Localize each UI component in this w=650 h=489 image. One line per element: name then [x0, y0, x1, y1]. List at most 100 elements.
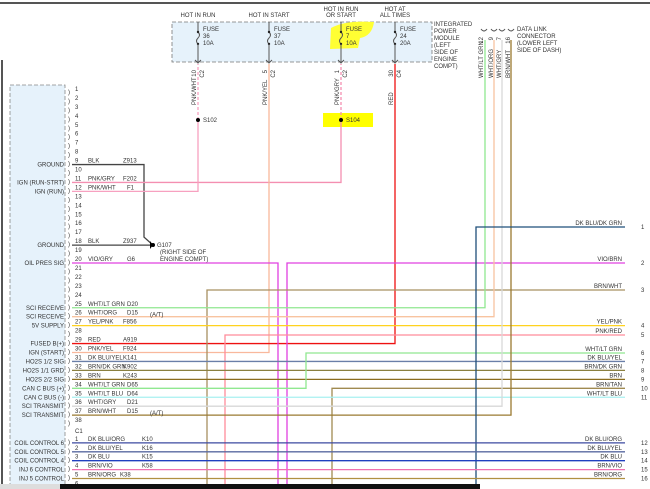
pin-number: 7 [75, 141, 79, 147]
pin-number: 14 [75, 203, 82, 209]
right-wire-label: DK BLU/YEL [587, 446, 622, 452]
ground-point [151, 243, 155, 247]
wire-color-label: DK BLU/YEL [88, 355, 123, 361]
cavity-number: 5 [263, 69, 269, 73]
fuse-number: 36 [203, 34, 210, 40]
pin-number: 17 [75, 230, 82, 236]
ipm-title: POWER [434, 29, 457, 35]
wire-color-label: DK BLU [88, 455, 110, 461]
wire-color-label: WHT/ORG [88, 311, 117, 317]
pin-number: 15 [75, 212, 82, 218]
pin-number: 26 [75, 311, 82, 317]
wire-pnk-red [224, 334, 625, 489]
pin-bracket: ) [68, 287, 70, 293]
right-wire-label: BRN [609, 373, 622, 379]
dlc-wire-label: WHT/LT GRN [479, 41, 485, 78]
pin-number: 1 [75, 437, 79, 443]
pin-bracket: ) [68, 108, 70, 114]
connector-id: C4 [397, 69, 403, 77]
pin-number: 18 [75, 239, 82, 245]
pin-number: 10 [75, 168, 82, 174]
connector-id: C2 [271, 69, 277, 77]
circuit-code-label: K141 [123, 355, 138, 361]
pin-bracket: ) [68, 314, 70, 320]
pin-bracket: ) [68, 117, 70, 123]
wire-brn-tan [331, 387, 625, 489]
ipm-title: INTEGRATED [434, 22, 473, 28]
fuse-number: 24 [400, 34, 407, 40]
cavity-number: 10 [192, 69, 198, 76]
dlc-pin-number: 7 [497, 36, 503, 40]
pin-number: 33 [75, 373, 82, 379]
connector-id: C2 [343, 69, 349, 77]
pin-bracket: ) [68, 171, 70, 177]
cavity-number: 30 [389, 69, 395, 76]
wire-color-label: WHT/GRY [88, 400, 116, 406]
pin-number: 8 [75, 150, 79, 156]
circuit-code-label: K38 [120, 473, 131, 479]
wires [72, 40, 625, 489]
circuit-code-label: G6 [127, 257, 136, 263]
right-wire-label: BRN/DK GRN [584, 364, 622, 370]
circuit-code-label: F924 [123, 347, 137, 353]
bottom-scrollbar[interactable] [0, 484, 60, 489]
right-wire-label: BRN/ORG [594, 473, 622, 479]
pin-number: 31 [75, 355, 82, 361]
pin-function-label: INJ 6 CONTROL [19, 468, 65, 474]
pin-bracket: ) [68, 385, 70, 391]
right-pin-number: 2 [641, 261, 645, 267]
wire-color-label: DK BLU/YEL [88, 446, 123, 452]
pin-number: 35 [75, 391, 82, 397]
fuse-amps: 10A [346, 41, 357, 47]
pin-bracket: ) [68, 224, 70, 230]
pin-function-label: SCI TRANSMIT [22, 413, 65, 419]
wire-color-label: BRN/DK GRN [88, 364, 126, 370]
circuit-code-label: F202 [123, 176, 137, 182]
pin-bracket: ) [68, 449, 70, 455]
pin-number: 3 [75, 105, 79, 111]
pin-number: 27 [75, 320, 82, 326]
wire-f202 [72, 120, 342, 184]
fuse-terminal [196, 30, 200, 34]
note-label: (A/T) [150, 313, 163, 319]
circuit-code-label: D21 [127, 400, 139, 406]
pin-bracket: ) [68, 90, 70, 96]
wire-color-label: WHT/LT GRN [88, 382, 125, 388]
ipm-title: COMPT) [434, 64, 458, 70]
fuse-amps: 10A [274, 41, 285, 47]
pin-function-label: FUSED B(+) [30, 342, 64, 348]
pin-number: 3 [75, 455, 79, 461]
pin-number: 1 [75, 87, 79, 93]
pin-bracket: ) [68, 99, 70, 105]
right-pin-number: 12 [641, 441, 648, 447]
pin-number: 22 [75, 275, 82, 281]
pin-bracket: ) [68, 412, 70, 418]
right-pin-number: 6 [641, 351, 645, 357]
ipm-title: (LEFT [434, 43, 451, 49]
pin-function-label: SCI RECEIVE [26, 315, 64, 321]
wire-color-label: BLK [88, 239, 99, 245]
pin-function-label: HO2S 1/1 GRD [23, 368, 65, 374]
right-wire-label: BRN/VIO [597, 464, 622, 470]
pin-number: 23 [75, 284, 82, 290]
circuit-code-label: D15 [127, 311, 139, 317]
pin-number: 5 [75, 473, 79, 479]
pin-bracket: ) [68, 135, 70, 141]
pin-bracket: ) [68, 153, 70, 159]
right-pin-number: 8 [641, 368, 645, 374]
pin-number: 12 [75, 185, 82, 191]
wire-color-label: YEL/PNK [88, 320, 113, 326]
pin-number: 34 [75, 382, 82, 388]
ground-label: G107 [157, 243, 172, 249]
fuse-wire-label: RED [389, 92, 395, 105]
pin-bracket: ) [68, 242, 70, 248]
pin-bracket: ) [68, 233, 70, 239]
pin-bracket: ) [68, 421, 70, 427]
pin-function-label: HO2S 2/2 SIG [26, 377, 65, 383]
circuit-code-label: K243 [123, 373, 138, 379]
wire-color-label: RED [88, 338, 101, 344]
pin-number: 25 [75, 302, 82, 308]
pin-function-label: IGN (RUN-STRT) [17, 180, 64, 186]
right-pin-number: 13 [641, 450, 648, 456]
bottom-taskbar [60, 484, 480, 489]
